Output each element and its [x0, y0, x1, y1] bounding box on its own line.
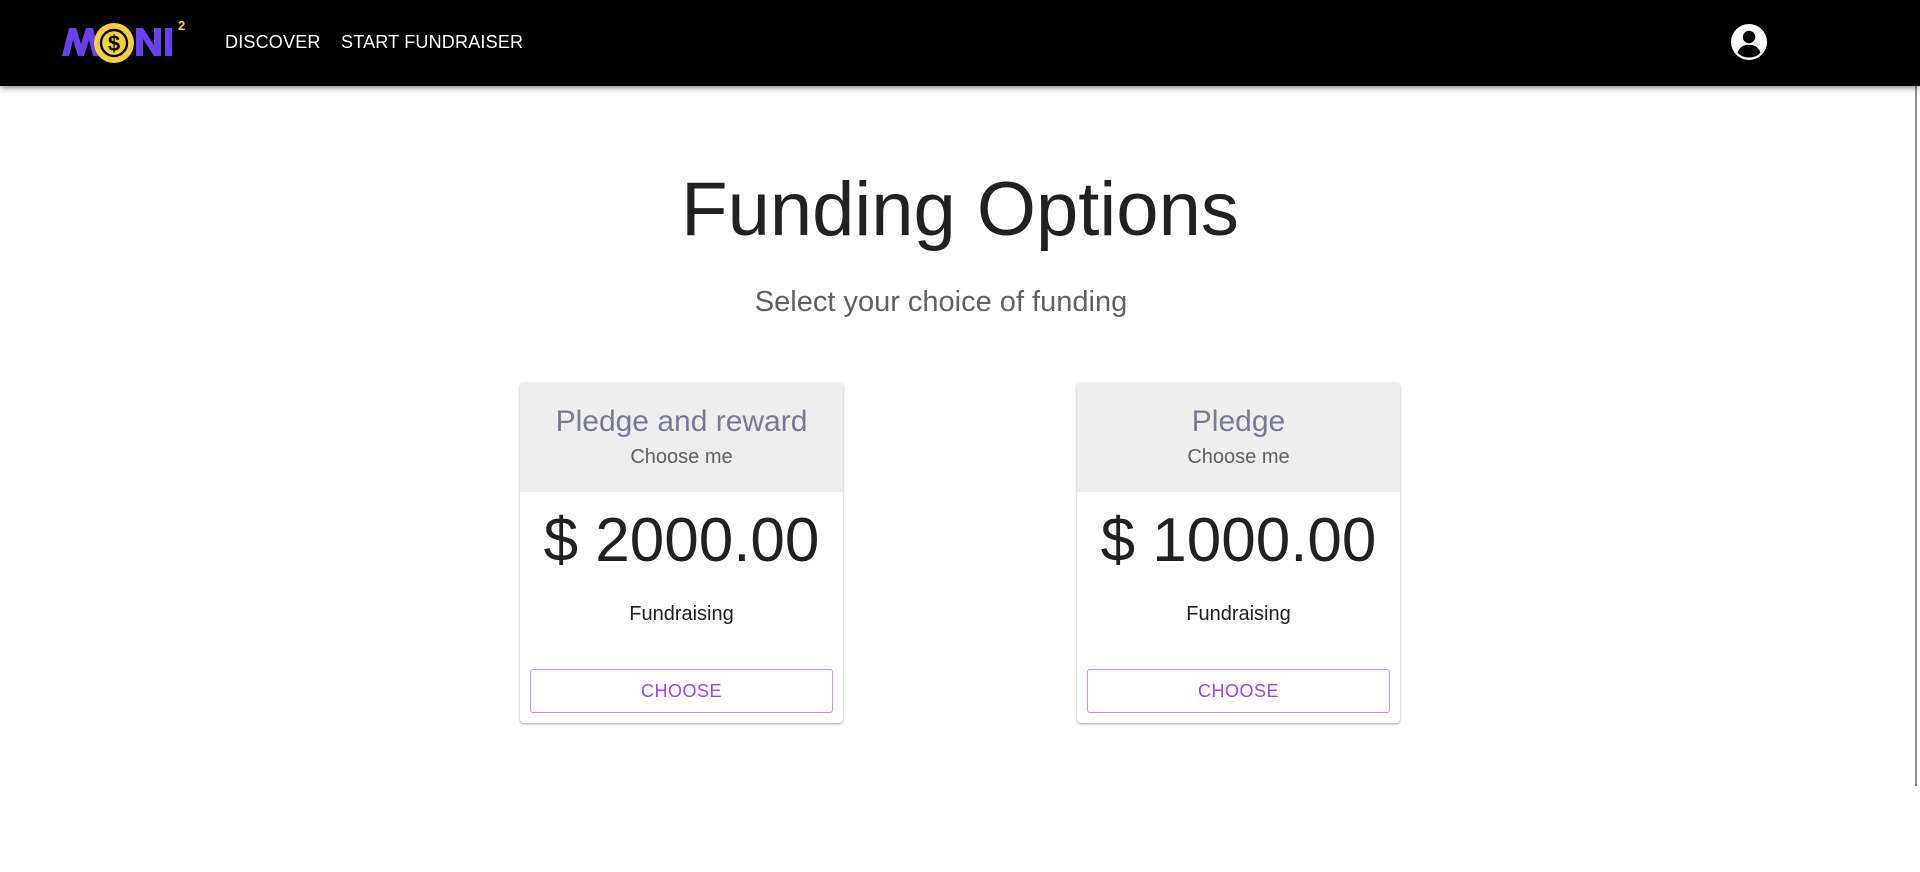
page-title: Funding Options — [681, 167, 1239, 252]
card-title: Pledge — [1191, 405, 1286, 438]
svg-text:$: $ — [108, 31, 120, 56]
nav-start-fundraiser-link[interactable]: START FUNDRAISER — [341, 30, 523, 54]
logo-graphic: $ 2 — [62, 18, 185, 63]
card-header: Pledge Choose me — [1077, 383, 1400, 492]
card-description: Fundraising — [1186, 603, 1291, 625]
card-subtitle: Choose me — [630, 446, 733, 468]
account-button[interactable] — [1729, 22, 1769, 62]
choose-button[interactable]: CHOOSE — [530, 669, 833, 713]
card-description: Fundraising — [629, 603, 734, 625]
account-circle-icon — [1731, 24, 1767, 60]
card-subtitle: Choose me — [1187, 446, 1290, 468]
card-price: $ 1000.00 — [1100, 506, 1377, 575]
moni-logo[interactable]: $ 2 — [60, 18, 188, 68]
funding-option-card: Pledge and reward Choose me $ 2000.00 Fu… — [520, 383, 843, 723]
app-bar: $ 2 DISCOVER START FUNDRAISER — [0, 0, 1920, 86]
choose-button[interactable]: CHOOSE — [1087, 669, 1390, 713]
page-subtitle: Select your choice of funding — [754, 286, 1128, 318]
funding-option-card: Pledge Choose me $ 1000.00 Fundraising C… — [1077, 383, 1400, 723]
nav-discover-link[interactable]: DISCOVER — [225, 30, 321, 54]
card-title: Pledge and reward — [555, 405, 808, 438]
svg-text:2: 2 — [178, 18, 185, 33]
card-price: $ 2000.00 — [543, 506, 820, 575]
card-header: Pledge and reward Choose me — [520, 383, 843, 492]
